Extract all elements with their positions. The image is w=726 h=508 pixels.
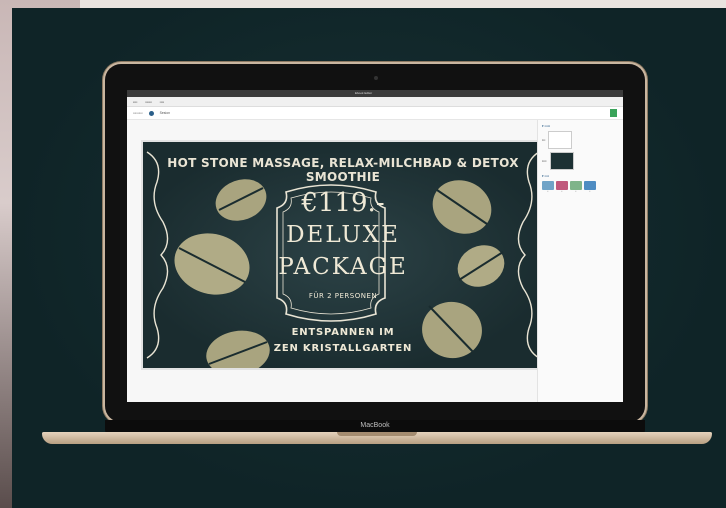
publish-button[interactable] — [610, 109, 617, 117]
breadcrumb[interactable]: Sesion — [160, 111, 170, 115]
window-title: Ebook Editor — [355, 91, 373, 95]
panel-label: ▪▪▪ — [542, 138, 546, 142]
editor-canvas: HOT STONE MASSAGE, RELAX-MILCHBAD & DETO… — [127, 120, 545, 402]
panel-row: ▪▪▪▪ — [542, 152, 620, 170]
panel-section-header[interactable]: ▾ ▪▪▪▪▪ — [542, 124, 620, 128]
toolbar-text[interactable]: ▭▭▭ — [133, 111, 143, 115]
camera-icon — [374, 76, 378, 80]
price-label: €119.- — [301, 188, 385, 218]
widget-button[interactable]: ▪ — [556, 181, 568, 195]
background-top — [80, 0, 726, 8]
background-thumbnail[interactable] — [549, 152, 574, 170]
laptop-lid: Ebook Editor ▪▪▪▪ ▪▪▪▪▪▪ ▪▪▪▪ ▭▭▭ Sesion… — [105, 64, 645, 422]
title-line-2: PACKAGE — [278, 254, 408, 280]
laptop-notch — [337, 432, 417, 436]
package-banner[interactable]: HOT STONE MASSAGE, RELAX-MILCHBAD & DETO… — [141, 140, 545, 370]
widget-text[interactable]: ▪ — [542, 181, 554, 195]
menu-item[interactable]: ▪▪▪▪ — [160, 100, 164, 104]
menu-item[interactable]: ▪▪▪▪▪▪ — [145, 100, 151, 104]
menubar: ▪▪▪▪ ▪▪▪▪▪▪ ▪▪▪▪ — [127, 97, 623, 107]
title-line-1: DELUXE — [286, 222, 400, 248]
editor-toolbar: ▭▭▭ Sesion — [127, 107, 623, 120]
menu-item[interactable]: ▪▪▪▪ — [133, 100, 137, 104]
laptop-brand: MacBook — [360, 422, 390, 429]
panel-row: ▪▪▪ — [542, 131, 620, 149]
image-thumbnail[interactable] — [548, 131, 573, 149]
footer-line-1: ENTSPANNEN IM — [291, 327, 395, 338]
laptop-screen: Ebook Editor ▪▪▪▪ ▪▪▪▪▪▪ ▪▪▪▪ ▭▭▭ Sesion… — [127, 90, 623, 402]
window-titlebar: Ebook Editor — [127, 90, 623, 97]
widget-image[interactable]: ▪ — [584, 181, 596, 195]
panel-section-header[interactable]: ▾ ▪▪▪▪ — [542, 174, 620, 178]
widget-list: ▪ ▪ ▪ ▪ — [542, 181, 620, 195]
properties-panel: ▾ ▪▪▪▪▪ ▪▪▪ ▪▪▪▪ ▾ ▪▪▪▪ ▪ ▪ ▪ ▪ — [537, 120, 623, 402]
banner-subtitle: FÜR 2 PERSONEN — [308, 292, 378, 300]
laptop-base — [42, 432, 712, 444]
footer-line-2: ZEN KRISTALLGARTEN — [273, 343, 413, 354]
info-icon[interactable] — [148, 110, 154, 116]
panel-label: ▪▪▪▪ — [542, 159, 547, 163]
widget-audio[interactable]: ▪ — [570, 181, 582, 195]
